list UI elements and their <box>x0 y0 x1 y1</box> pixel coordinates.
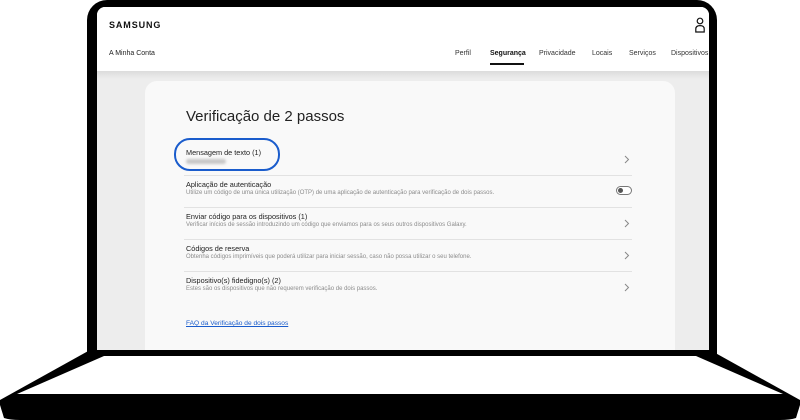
chevron-right-icon[interactable] <box>624 219 630 228</box>
samsung-logo[interactable]: SAMSUNG <box>109 20 161 30</box>
browser-screen: SAMSUNG A Minha Conta Perfil Segurança P… <box>97 7 709 350</box>
option-title: Dispositivo(s) fidedigno(s) (2) <box>186 276 281 285</box>
page-title: Verificação de 2 passos <box>186 108 345 125</box>
two-step-verification-card: Verificação de 2 passos Mensagem de text… <box>145 81 675 350</box>
toggle-knob <box>617 187 623 193</box>
authenticator-toggle[interactable] <box>616 186 632 195</box>
option-description: Verificar inícios de sessão introduzindo… <box>186 222 467 228</box>
highlight-circle <box>174 138 280 171</box>
nav-item-privacidade[interactable]: Privacidade <box>539 50 576 57</box>
user-icon[interactable] <box>695 17 705 33</box>
header-shadow <box>97 71 709 79</box>
option-description: Obtenha códigos imprimíveis que poderá u… <box>186 254 472 260</box>
nav-item-servicos[interactable]: Serviços <box>629 50 656 57</box>
laptop-mockup: SAMSUNG A Minha Conta Perfil Segurança P… <box>0 0 800 420</box>
nav-item-seguranca[interactable]: Segurança <box>490 50 526 57</box>
option-row-send-code-devices[interactable]: Enviar código para os dispositivos (1) V… <box>184 208 632 240</box>
chevron-right-icon[interactable] <box>624 155 630 164</box>
option-title: Enviar código para os dispositivos (1) <box>186 212 308 221</box>
laptop-base <box>0 350 800 420</box>
my-account-link[interactable]: A Minha Conta <box>109 50 155 57</box>
active-tab-indicator <box>490 63 524 65</box>
chevron-right-icon[interactable] <box>624 283 630 292</box>
top-navigation-bar: SAMSUNG A Minha Conta Perfil Segurança P… <box>97 7 709 71</box>
nav-item-perfil[interactable]: Perfil <box>455 50 471 57</box>
option-row-authenticator-app[interactable]: Aplicação de autenticação Utilize um cód… <box>184 176 632 208</box>
option-title: Códigos de reserva <box>186 244 250 253</box>
option-description: Utilize um código de uma única utilizaçã… <box>186 190 495 196</box>
option-description: Estes são os dispositivos que não requer… <box>186 286 378 292</box>
faq-link[interactable]: FAQ da Verificação de dois passos <box>186 320 288 327</box>
nav-item-locais[interactable]: Locais <box>592 50 612 57</box>
option-row-trusted-devices[interactable]: Dispositivo(s) fidedigno(s) (2) Estes sã… <box>184 272 632 304</box>
option-title: Aplicação de autenticação <box>186 180 272 189</box>
nav-item-dispositivos[interactable]: Dispositivos <box>671 50 708 57</box>
chevron-right-icon[interactable] <box>624 251 630 260</box>
option-row-backup-codes[interactable]: Códigos de reserva Obtenha códigos impri… <box>184 240 632 272</box>
